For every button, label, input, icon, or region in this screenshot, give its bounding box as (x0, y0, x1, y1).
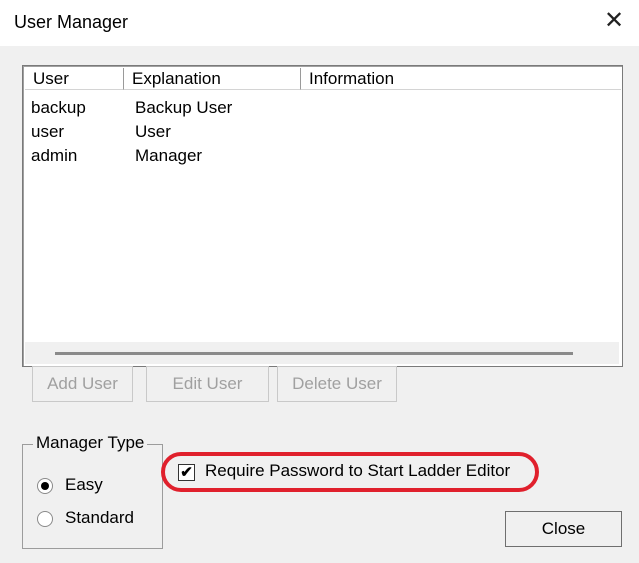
cell-explanation: User (135, 122, 171, 141)
table-row[interactable]: admin Manager (23, 144, 619, 168)
table-row[interactable]: backup Backup User (23, 96, 619, 120)
radio-easy[interactable] (37, 478, 53, 494)
add-user-button[interactable]: Add User (32, 366, 133, 402)
cell-explanation: Manager (135, 146, 203, 165)
dialog-title: User Manager (14, 12, 129, 32)
user-list[interactable]: User Explanation Information backup Back… (22, 65, 623, 367)
edit-user-button[interactable]: Edit User (146, 366, 269, 402)
scrollbar-thumb[interactable] (55, 352, 573, 355)
column-header-explanation[interactable]: Explanation (124, 68, 301, 90)
user-manager-dialog: User Manager ✕ User Explanation Informat… (0, 0, 639, 563)
delete-user-button[interactable]: Delete User (277, 366, 397, 402)
table-row[interactable]: user User (23, 120, 619, 144)
title-bar: User Manager ✕ (0, 0, 639, 46)
column-header-information[interactable]: Information (301, 68, 621, 90)
radio-selected-dot (41, 482, 49, 490)
require-password-label[interactable]: Require Password to Start Ladder Editor (205, 461, 510, 481)
cell-explanation: Backup User (135, 98, 233, 117)
cell-user: backup (31, 98, 86, 117)
close-button[interactable]: Close (505, 511, 622, 547)
radio-standard[interactable] (37, 511, 53, 527)
horizontal-scrollbar[interactable] (25, 342, 619, 364)
cell-user: user (31, 122, 65, 141)
radio-standard-label[interactable]: Standard (65, 508, 134, 528)
manager-type-group: Manager Type Easy Standard (22, 433, 163, 549)
cell-user: admin (31, 146, 78, 165)
radio-easy-label[interactable]: Easy (65, 475, 103, 495)
close-icon[interactable]: ✕ (599, 6, 629, 36)
manager-type-label: Manager Type (33, 433, 148, 453)
require-password-checkbox[interactable]: ✔ (178, 464, 195, 481)
column-header-user[interactable]: User (25, 68, 124, 90)
